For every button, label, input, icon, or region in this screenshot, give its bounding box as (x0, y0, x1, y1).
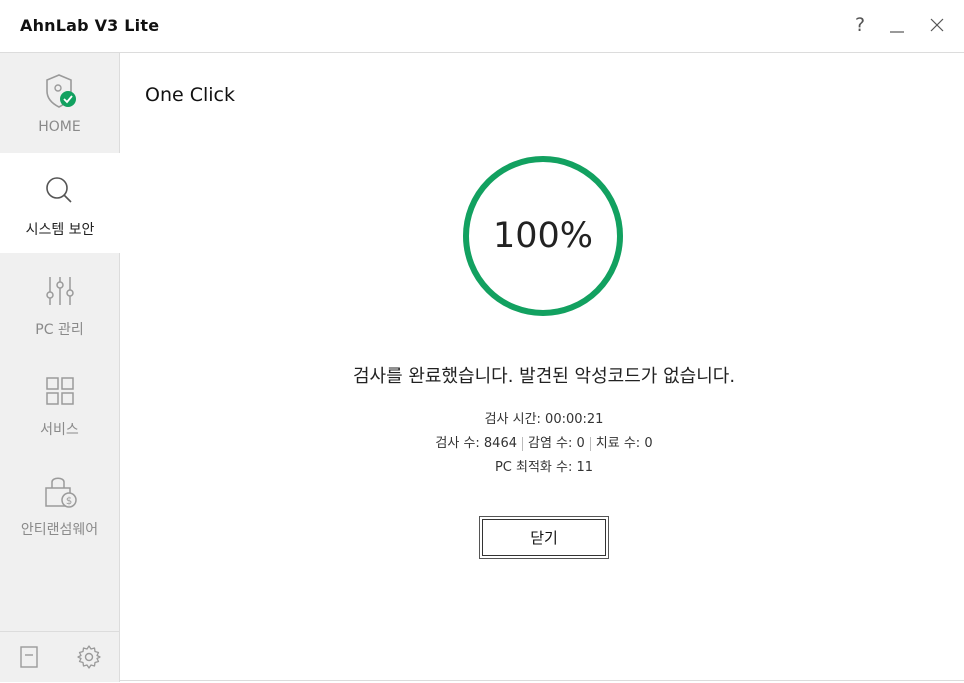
shield-check-icon (46, 74, 76, 108)
close-window-button[interactable] (925, 13, 949, 37)
bottom-border (120, 680, 964, 681)
sidebar-item-label: 안티랜섬웨어 (20, 522, 99, 538)
help-button[interactable]: ? (848, 13, 872, 37)
sidebar-item-label: PC 관리 (35, 322, 84, 338)
sidebar-footer (0, 631, 119, 683)
close-button[interactable]: 닫기 (479, 516, 609, 559)
sidebar-item-anti-ransomware[interactable]: $ 안티랜섬웨어 (0, 453, 119, 553)
close-button-label: 닫기 (482, 519, 606, 556)
page-title: One Click (145, 84, 235, 106)
result-message: 검사를 완료했습니다. 발견된 악성코드가 없습니다. (352, 366, 736, 387)
scan-count: 검사 수: 8464 (435, 436, 517, 451)
scan-stats-row: 검사 수: 8464 감염 수: 0 치료 수: 0 (120, 432, 964, 451)
sidebar-item-services[interactable]: 서비스 (0, 353, 119, 453)
lock-dollar-icon: $ (45, 477, 77, 508)
sidebar-item-pc-management[interactable]: PC 관리 (0, 253, 119, 353)
svg-text:$: $ (66, 496, 72, 507)
report-button[interactable] (16, 644, 42, 670)
settings-button[interactable] (76, 644, 102, 670)
gear-icon (77, 645, 101, 669)
divider (522, 436, 523, 451)
scan-time: 검사 시간: 00:00:21 (484, 412, 604, 427)
cured-count: 치료 수: 0 (595, 436, 653, 451)
sidebar-item-label: 서비스 (40, 422, 79, 438)
sidebar-item-label: 시스템 보안 (25, 222, 95, 238)
sliders-icon (46, 277, 74, 305)
search-icon (46, 177, 72, 203)
minimize-button[interactable] (885, 13, 909, 37)
divider (589, 436, 591, 451)
sidebar-item-label: HOME (38, 119, 81, 135)
sidebar-item-system-security[interactable]: 시스템 보안 (0, 153, 120, 253)
infected-count: 감염 수: 0 (528, 436, 585, 451)
minimize-icon (890, 31, 904, 33)
document-icon (20, 646, 38, 668)
grid-icon (46, 377, 74, 405)
main-panel: One Click 100% 검사를 완료했습니다. 발견된 악성코드가 없습니… (120, 53, 964, 682)
app-title: AhnLab V3 Lite (20, 16, 160, 35)
sidebar: HOME 시스템 보안 PC 관리 서비스 $ 안티랜섬웨어 (0, 53, 120, 682)
optimized-count: PC 최적화 수: 11 (494, 460, 594, 475)
progress-percent: 100% (492, 216, 594, 256)
sidebar-item-home[interactable]: HOME (0, 53, 119, 153)
close-icon (930, 18, 944, 32)
title-bar: AhnLab V3 Lite ? (0, 0, 964, 53)
